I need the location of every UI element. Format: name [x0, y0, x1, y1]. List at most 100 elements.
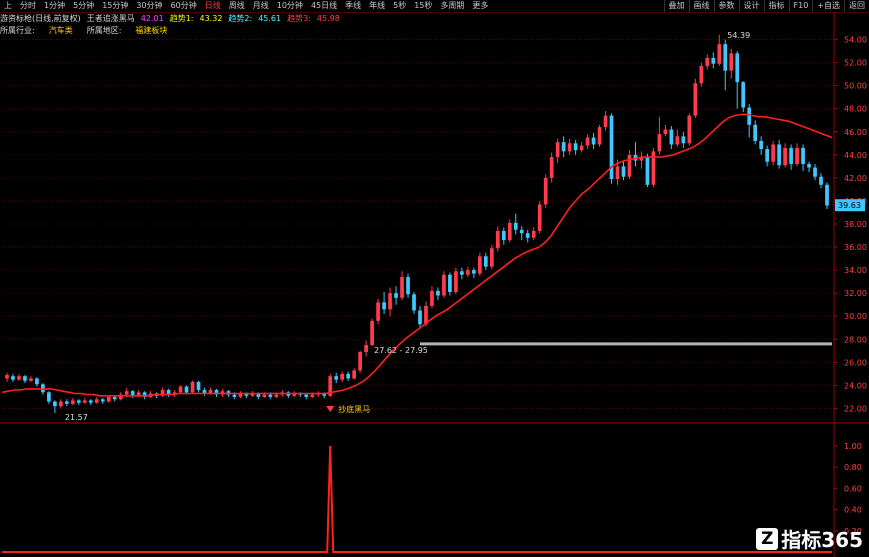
y-tick-label: 54.00	[844, 36, 867, 45]
candle-body	[519, 229, 524, 234]
candle-body	[388, 293, 392, 310]
candle-body	[430, 290, 434, 306]
candle-body	[663, 129, 668, 135]
brand-logo: Z 指标365	[756, 524, 863, 553]
period-tab[interactable]: 10分钟	[273, 0, 307, 12]
candle-body	[549, 157, 554, 178]
v0-value: 42.01	[140, 14, 164, 23]
low-price-label: 21.57	[65, 413, 88, 422]
period-tab[interactable]: 上	[0, 0, 16, 12]
candle-body	[771, 144, 775, 162]
candle-body	[693, 83, 698, 116]
candle-body	[741, 82, 746, 108]
candle-body	[196, 381, 201, 391]
period-tab[interactable]: 30分钟	[132, 0, 166, 12]
y-tick-label: 36.00	[844, 243, 867, 252]
candle-body	[621, 166, 626, 177]
current-price-label: 39.63	[838, 201, 861, 210]
candle-body	[340, 373, 345, 380]
trend2-label: 趋势2:	[228, 14, 253, 23]
candle-body	[495, 230, 500, 249]
period-toolbar: 上分时 1分钟 5分钟 15分钟 30分钟 60分钟 日线 周线 月线 10分钟 45日线 季线 年线 5…	[0, 0, 869, 12]
period-tab[interactable]: 15分钟	[98, 0, 132, 12]
candle-body	[813, 167, 817, 177]
kline-chart[interactable]: 54.0052.0050.0048.0046.0044.0042.0040.00…	[0, 0, 869, 557]
period-tab[interactable]: 月线	[249, 0, 273, 12]
candle-body	[412, 294, 416, 311]
candle-body	[597, 127, 602, 145]
candle-body	[5, 375, 9, 379]
period-tab[interactable]: 15秒	[410, 0, 436, 12]
tool-tab[interactable]: +自选	[812, 0, 844, 12]
period-tab[interactable]: 更多	[468, 0, 492, 12]
candle-body	[382, 302, 386, 310]
candle-body	[609, 115, 614, 180]
candle-body	[370, 320, 374, 346]
trend2-value: 45.61	[258, 14, 282, 23]
period-tab[interactable]: 日线	[201, 0, 225, 12]
candle-body	[394, 293, 398, 298]
candle-body	[232, 394, 237, 397]
candle-body	[406, 277, 410, 295]
period-tab[interactable]: 60分钟	[167, 0, 201, 12]
formula-name[interactable]: 王者追涨黑马	[87, 13, 135, 24]
trend3-label: 趋势3:	[287, 14, 311, 23]
tool-tab[interactable]: 画线	[688, 0, 714, 12]
candle-body	[454, 271, 458, 293]
candle-body	[64, 401, 69, 404]
y-tick-label: 26.00	[844, 358, 867, 367]
industry-label: 所属行业:	[0, 26, 35, 35]
candle-body	[274, 394, 279, 397]
candle-body	[23, 376, 27, 381]
y-tick-label: 24.00	[844, 381, 867, 390]
candle-body	[525, 233, 530, 238]
candle-body	[747, 107, 752, 125]
candle-body	[310, 394, 315, 397]
candle-body	[11, 376, 15, 380]
period-tab[interactable]: 45日线	[307, 0, 341, 12]
gap-range-label: 27.62 - 27.95	[374, 346, 428, 355]
tool-tab[interactable]: 参数	[713, 0, 739, 12]
candle-body	[567, 143, 572, 152]
period-tab[interactable]: 多周期	[436, 0, 468, 12]
logo-text: 指标365	[781, 528, 863, 552]
region-value: 福建板块	[135, 26, 168, 35]
candle-body	[47, 392, 51, 402]
period-tab[interactable]: 5秒	[389, 0, 410, 12]
trend1-value: 43.32	[199, 14, 223, 23]
candle-body	[717, 44, 722, 64]
candle-body	[657, 134, 662, 152]
tool-tab[interactable]: F10	[788, 0, 813, 12]
tool-tab[interactable]: 叠加	[663, 0, 689, 12]
candle-body	[573, 143, 578, 151]
tool-tab[interactable]: 指标	[763, 0, 789, 12]
y-tick-label: 34.00	[844, 266, 867, 275]
y-tick-label: 22.00	[844, 404, 867, 413]
candle-body	[819, 176, 823, 185]
candle-body	[334, 376, 339, 380]
period-tab[interactable]: 分时	[16, 0, 40, 12]
candle-body	[723, 44, 728, 71]
tool-tab[interactable]: 设计	[738, 0, 764, 12]
trend3-value: 45.98	[316, 14, 340, 23]
period-tab[interactable]: 1分钟	[40, 0, 69, 12]
period-tab[interactable]: 周线	[225, 0, 249, 12]
period-tab[interactable]: 季线	[341, 0, 365, 12]
period-tab[interactable]: 年线	[365, 0, 389, 12]
period-tab[interactable]: 5分钟	[69, 0, 98, 12]
candle-body	[531, 230, 536, 238]
candle-body	[501, 230, 506, 241]
candle-body	[507, 222, 512, 241]
candle-body	[783, 147, 787, 166]
candle-body	[603, 115, 608, 128]
region-label: 所属地区:	[86, 26, 122, 35]
candle-body	[268, 394, 273, 397]
candle-body	[358, 351, 362, 371]
candle-body	[789, 147, 793, 165]
candle-body	[561, 142, 566, 152]
candle-body	[615, 166, 620, 180]
candle-body	[376, 302, 380, 321]
candle-body	[585, 137, 590, 146]
tool-tab[interactable]: 返回	[844, 0, 869, 12]
candle-body	[100, 399, 105, 402]
